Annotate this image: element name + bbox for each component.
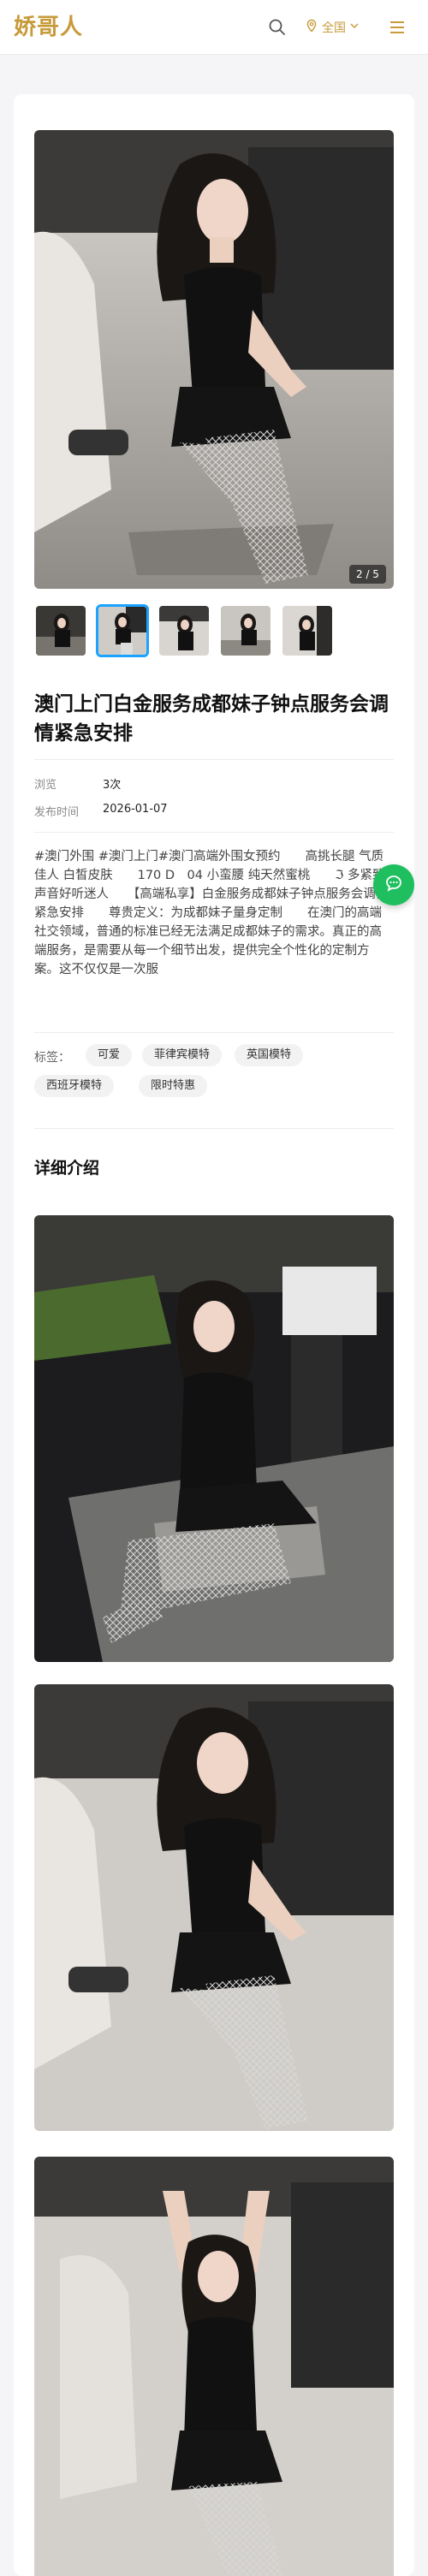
- hamburger-menu-icon[interactable]: [387, 17, 407, 38]
- city-label: 全国: [322, 21, 346, 35]
- tag-item[interactable]: 限时特惠: [139, 1075, 208, 1097]
- location-pin-icon: [305, 19, 318, 36]
- site-logo[interactable]: 娇哥人: [14, 14, 83, 41]
- date-value: 2026-01-07: [103, 803, 168, 816]
- date-label: 发布时间: [34, 806, 80, 819]
- tags-label: 标签：: [34, 1051, 70, 1065]
- divider: [34, 832, 394, 833]
- divider: [34, 1032, 394, 1033]
- main-photo[interactable]: [34, 130, 394, 589]
- thumbnail-3[interactable]: [158, 604, 211, 657]
- divider: [34, 1128, 394, 1129]
- divider: [34, 759, 394, 760]
- post-description: #澳门外围 #澳门上门#澳门高端外围女预约 高挑长腿 气质佳人 白皙皮肤 170…: [34, 850, 389, 976]
- search-icon[interactable]: [267, 17, 288, 38]
- post-card: 2 / 5 澳门上门白金服务成都妹子钟点服务会调情紧急安排 浏览 3次 发布时间…: [14, 94, 414, 2576]
- tag-item[interactable]: 英国模特: [235, 1044, 304, 1066]
- post-title: 澳门上门白金服务成都妹子钟点服务会调情紧急安排: [34, 693, 389, 745]
- gallery-counter: 2 / 5: [349, 565, 386, 584]
- chat-button[interactable]: [373, 864, 414, 905]
- detail-photo-2[interactable]: [34, 1684, 394, 2131]
- thumbnail-5[interactable]: [281, 604, 334, 657]
- chevron-down-icon: [349, 21, 360, 34]
- city-selector[interactable]: 全国: [305, 15, 360, 39]
- thumbnail-4[interactable]: [219, 604, 272, 657]
- tag-item[interactable]: 可爱: [86, 1044, 133, 1066]
- tag-item[interactable]: 西班牙模特: [34, 1075, 115, 1097]
- detail-photo-1[interactable]: [34, 1215, 394, 1662]
- chat-bubble-icon: [383, 873, 404, 897]
- detail-photo-3[interactable]: [34, 2157, 394, 2576]
- thumbnail-2[interactable]: [96, 604, 149, 657]
- views-value: 3次: [103, 779, 122, 792]
- tag-item[interactable]: 菲律宾模特: [142, 1044, 223, 1066]
- top-header: 娇哥人 全国: [0, 0, 428, 55]
- thumbnail-1[interactable]: [34, 604, 87, 657]
- views-label: 浏览: [34, 779, 57, 792]
- details-section-title: 详细介绍: [34, 1159, 100, 1178]
